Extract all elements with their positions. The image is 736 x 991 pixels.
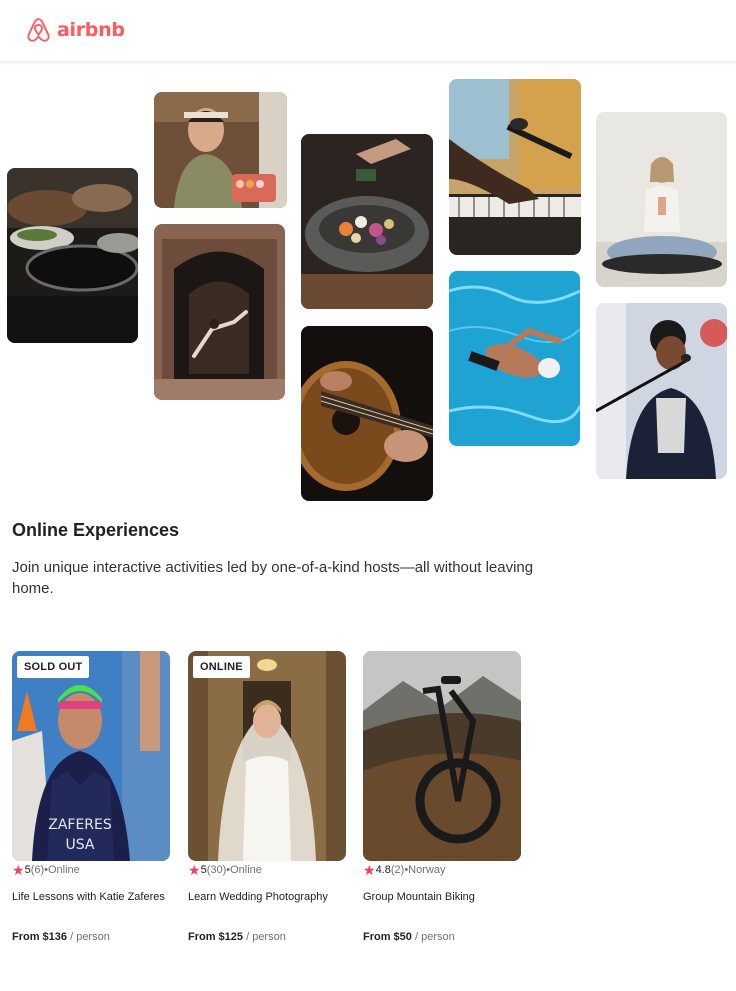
experience-card[interactable]: ★ 4.8 (2) •Norway Group Mountain Biking … (363, 651, 521, 943)
location: •Norway (404, 864, 446, 876)
section-description: Join unique interactive activities led b… (12, 559, 534, 597)
top-header: airbnb (0, 0, 736, 61)
price-amount: From $50 (363, 931, 412, 943)
experience-title[interactable]: Life Lessons with Katie Zaferes (12, 889, 170, 923)
location: •Online (44, 864, 80, 876)
experience-image[interactable]: ONLINE (188, 651, 346, 861)
section-title: Online Experiences (12, 520, 180, 540)
photo-salad-bowl[interactable] (301, 134, 433, 309)
price-unit: / person (67, 931, 110, 943)
photo-swimmer-pool[interactable] (449, 271, 580, 446)
location: •Online (226, 864, 262, 876)
price-amount: From $125 (188, 931, 244, 943)
price: From $125 / person (188, 931, 286, 943)
photo-cooking-pans[interactable] (7, 168, 138, 343)
photo-dancer-doorway[interactable] (154, 224, 285, 400)
price-amount: From $136 (12, 931, 68, 943)
star-icon: ★ (188, 862, 201, 878)
experience-title[interactable]: Learn Wedding Photography (188, 889, 346, 923)
review-count: (6) (30, 864, 45, 876)
review-count: (2) (390, 864, 405, 876)
price-unit: / person (243, 931, 286, 943)
experience-title[interactable]: Group Mountain Biking (363, 889, 521, 923)
experience-card[interactable]: ONLINE ★ 5 (30) •Online Learn Wedding Ph… (188, 651, 346, 943)
airbnb-logo[interactable]: airbnb (26, 15, 125, 45)
experience-card[interactable]: ZAFERES USA SOLD OUT ★ 5 (6) •Online Lif… (12, 651, 170, 943)
photo-macarons-host[interactable] (154, 92, 287, 208)
logo-text: airbnb (57, 19, 125, 41)
photo-piano-microphone[interactable] (449, 79, 581, 255)
experience-image[interactable]: ZAFERES USA SOLD OUT (12, 651, 170, 861)
price: From $136 / person (12, 931, 110, 943)
rating: ★ 5 (30) •Online (188, 863, 346, 877)
star-icon: ★ (12, 862, 25, 878)
price-unit: / person (411, 931, 455, 943)
rating: ★ 5 (6) •Online (12, 863, 170, 877)
rating-score: 4.8 (375, 864, 391, 876)
experience-image[interactable] (363, 651, 521, 861)
price: From $50 / person (363, 931, 455, 943)
status-badge: ONLINE (193, 656, 250, 678)
review-count: (30) (206, 864, 227, 876)
photo-singer[interactable] (596, 303, 727, 479)
airbnb-belo-icon (27, 18, 50, 42)
rating: ★ 4.8 (2) •Norway (363, 863, 521, 877)
star-icon: ★ (363, 862, 376, 878)
svg-text:USA: USA (66, 837, 95, 853)
photo-meditation[interactable] (596, 112, 727, 287)
photo-guitar-player[interactable] (301, 326, 433, 501)
status-badge: SOLD OUT (17, 656, 90, 678)
svg-text:ZAFERES: ZAFERES (48, 817, 112, 833)
